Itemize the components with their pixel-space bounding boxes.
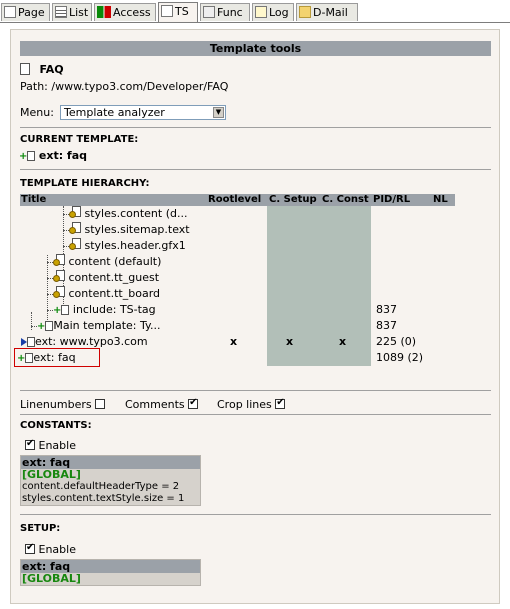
setup-box: ext: faq [GLOBAL] bbox=[20, 559, 201, 586]
tab-log[interactable]: Log bbox=[252, 3, 294, 21]
hierarchy-row[interactable]: content (default) bbox=[53, 254, 161, 270]
col-pid: PID/RL bbox=[373, 194, 411, 205]
hierarchy-row[interactable]: styles.content (d... bbox=[69, 206, 187, 222]
cconst-value: x bbox=[339, 335, 347, 348]
constants-enable-checkbox[interactable] bbox=[25, 438, 35, 450]
template-icon bbox=[27, 337, 35, 347]
ts-file-icon bbox=[69, 238, 81, 251]
tab-dmail[interactable]: D-Mail bbox=[296, 3, 358, 21]
page-path: Path: /www.typo3.com/Developer/FAQ bbox=[20, 80, 229, 93]
pid-value: 837 bbox=[376, 319, 397, 332]
hierarchy-row[interactable]: + Main template: Ty... bbox=[37, 318, 160, 334]
ts-file-icon bbox=[53, 286, 65, 299]
hierarchy-row[interactable]: styles.sitemap.text bbox=[69, 222, 190, 238]
module-tab-bar: Page List Access TS Func Log D-Mail bbox=[0, 0, 510, 23]
setup-enable[interactable]: Enable bbox=[25, 542, 76, 556]
linenumbers-option[interactable]: Linenumbers bbox=[20, 398, 106, 411]
template-hierarchy-heading: TEMPLATE HIERARCHY: bbox=[20, 178, 150, 189]
ts-file-icon bbox=[69, 222, 81, 235]
ts-icon bbox=[161, 5, 173, 17]
hierarchy-table-header: Title Rootlevel C. Setup C. Const PID/RL… bbox=[20, 194, 455, 206]
divider bbox=[20, 514, 491, 515]
divider bbox=[20, 390, 491, 391]
pid-value: 225 (0) bbox=[376, 335, 417, 348]
tab-func[interactable]: Func bbox=[200, 3, 250, 21]
current-template[interactable]: + ext: faq bbox=[19, 149, 87, 162]
tree-line bbox=[31, 312, 32, 330]
current-template-heading: CURRENT TEMPLATE: bbox=[20, 134, 139, 145]
hierarchy-row[interactable]: content.tt_board bbox=[53, 286, 160, 302]
setup-const-columns-bg bbox=[267, 206, 371, 366]
csetup-value: x bbox=[286, 335, 294, 348]
hierarchy-row[interactable]: content.tt_guest bbox=[53, 270, 159, 286]
menu-label: Menu: bbox=[20, 106, 54, 119]
plus-icon: + bbox=[53, 305, 62, 316]
setup-enable-checkbox[interactable] bbox=[25, 542, 35, 554]
col-rootlevel: Rootlevel bbox=[208, 194, 262, 205]
ts-file-icon bbox=[53, 254, 65, 267]
tree-line bbox=[47, 255, 48, 322]
page-info: FAQ bbox=[20, 63, 64, 76]
pid-value: 1089 (2) bbox=[376, 351, 424, 364]
tab-access[interactable]: Access bbox=[94, 3, 156, 21]
constants-box: ext: faq [GLOBAL] content.defaultHeaderT… bbox=[20, 455, 201, 506]
hierarchy-row[interactable]: styles.header.gfx1 bbox=[69, 238, 186, 254]
rootlevel-value: x bbox=[230, 335, 238, 348]
template-icon bbox=[27, 151, 36, 161]
panel-header: Template tools bbox=[20, 41, 491, 56]
divider bbox=[20, 414, 491, 415]
pid-value: 837 bbox=[376, 303, 397, 316]
tab-ts[interactable]: TS bbox=[158, 2, 198, 22]
constants-enable[interactable]: Enable bbox=[25, 438, 76, 452]
template-icon bbox=[45, 321, 54, 331]
tab-list[interactable]: List bbox=[52, 3, 92, 21]
access-icon bbox=[97, 6, 111, 18]
divider bbox=[20, 169, 491, 170]
linenumbers-checkbox[interactable] bbox=[95, 399, 106, 409]
setup-global: [GLOBAL] bbox=[22, 572, 81, 585]
page-icon bbox=[4, 6, 16, 18]
ts-file-icon bbox=[53, 270, 65, 283]
constants-global: [GLOBAL] bbox=[22, 468, 81, 481]
constants-line: content.defaultHeaderType = 2 bbox=[22, 481, 180, 492]
comments-option[interactable]: Comments bbox=[125, 397, 199, 411]
log-icon bbox=[255, 6, 267, 18]
func-icon bbox=[203, 6, 215, 18]
template-icon bbox=[61, 305, 70, 315]
chevron-down-icon[interactable]: ▼ bbox=[213, 107, 224, 118]
col-cconst: C. Const bbox=[322, 194, 369, 205]
highlight-box bbox=[14, 348, 100, 367]
col-nl: NL bbox=[433, 194, 448, 205]
col-csetup: C. Setup bbox=[269, 194, 317, 205]
menu-selected-value: Template analyzer bbox=[64, 106, 165, 119]
plus-icon: + bbox=[37, 321, 46, 332]
col-title: Title bbox=[21, 194, 47, 205]
tab-page[interactable]: Page bbox=[1, 3, 50, 21]
list-icon bbox=[55, 6, 67, 18]
page-icon bbox=[20, 63, 30, 75]
divider bbox=[20, 127, 491, 128]
crop-lines-option[interactable]: Crop lines bbox=[217, 397, 286, 411]
current-template-name: ext: faq bbox=[38, 149, 88, 162]
constants-heading: CONSTANTS: bbox=[20, 420, 92, 431]
crop-lines-checkbox[interactable] bbox=[275, 397, 286, 409]
plus-icon: + bbox=[19, 151, 28, 162]
template-tools-panel: Template tools FAQ Path: /www.typo3.com/… bbox=[10, 29, 500, 604]
setup-heading: SETUP: bbox=[20, 523, 61, 534]
ts-file-icon bbox=[69, 206, 81, 219]
comments-checkbox[interactable] bbox=[188, 397, 199, 409]
menu-select[interactable]: Template analyzer ▼ bbox=[60, 105, 226, 120]
hierarchy-row[interactable]: + include: TS-tag bbox=[53, 302, 156, 318]
mail-icon bbox=[299, 6, 311, 18]
constants-line: styles.content.textStyle.size = 1 bbox=[22, 493, 185, 504]
page-title: FAQ bbox=[39, 63, 64, 76]
